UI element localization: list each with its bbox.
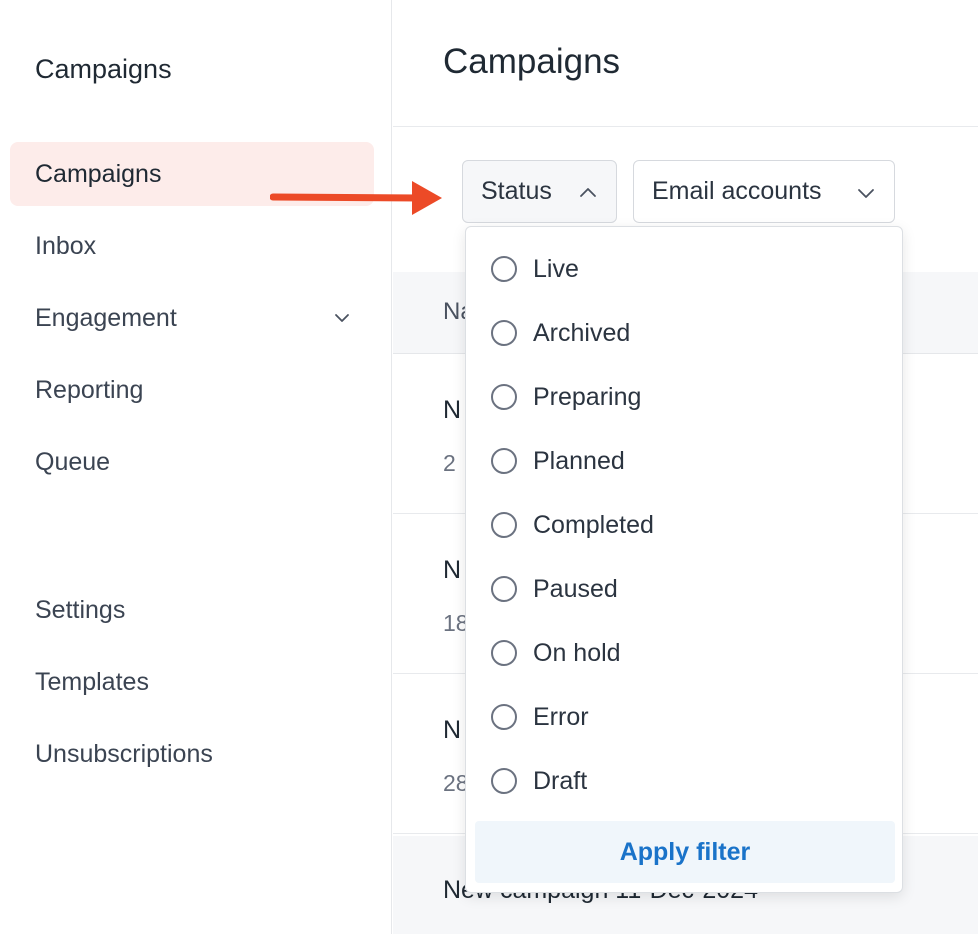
status-option-live[interactable]: Live: [466, 237, 902, 301]
annotation-arrow-icon: [270, 181, 442, 215]
status-option-label: Draft: [533, 766, 588, 795]
radio-icon[interactable]: [491, 576, 517, 602]
radio-icon[interactable]: [491, 640, 517, 666]
radio-icon[interactable]: [491, 256, 517, 282]
sidebar-item-label: Unsubscriptions: [35, 739, 213, 768]
radio-icon[interactable]: [491, 704, 517, 730]
radio-icon[interactable]: [491, 320, 517, 346]
status-option-archived[interactable]: Archived: [466, 301, 902, 365]
status-option-label: Paused: [533, 574, 618, 603]
chevron-down-icon: [335, 314, 349, 322]
status-option-label: Error: [533, 702, 589, 731]
campaign-name[interactable]: N: [443, 396, 461, 425]
sidebar-item-label: Reporting: [35, 375, 144, 404]
status-dropdown: Live Archived Preparing Planned Complete…: [465, 226, 903, 893]
sidebar-item-templates[interactable]: Templates: [10, 650, 374, 714]
email-accounts-filter-label: Email accounts: [652, 177, 822, 205]
chevron-up-icon: [580, 188, 596, 197]
campaign-meta: 2: [443, 450, 456, 476]
status-option-label: Planned: [533, 446, 625, 475]
status-option-error[interactable]: Error: [466, 685, 902, 749]
campaign-name[interactable]: N: [443, 556, 461, 585]
status-option-on-hold[interactable]: On hold: [466, 621, 902, 685]
sidebar-item-unsubscriptions[interactable]: Unsubscriptions: [10, 722, 374, 786]
radio-icon[interactable]: [491, 384, 517, 410]
sidebar-item-label: Campaigns: [35, 159, 162, 188]
sidebar-item-engagement[interactable]: Engagement: [10, 286, 374, 350]
status-filter-button[interactable]: Status: [462, 160, 617, 223]
status-option-label: Completed: [533, 510, 654, 539]
sidebar-item-label: Inbox: [35, 231, 97, 260]
sidebar-item-reporting[interactable]: Reporting: [10, 358, 374, 422]
status-option-planned[interactable]: Planned: [466, 429, 902, 493]
status-option-completed[interactable]: Completed: [466, 493, 902, 557]
sidebar-item-label: Queue: [35, 447, 111, 476]
sidebar-item-label: Engagement: [35, 303, 177, 332]
sidebar-title: Campaigns: [35, 54, 172, 84]
sidebar: Campaigns Campaigns Inbox Engagement Rep…: [0, 0, 392, 934]
status-option-preparing[interactable]: Preparing: [466, 365, 902, 429]
header-divider: [393, 126, 978, 127]
sidebar-item-settings[interactable]: Settings: [10, 578, 374, 642]
sidebar-item-inbox[interactable]: Inbox: [10, 214, 374, 278]
apply-filter-button[interactable]: Apply filter: [475, 821, 895, 883]
status-option-label: Preparing: [533, 382, 642, 411]
page-title: Campaigns: [443, 42, 621, 81]
campaign-name[interactable]: N: [443, 716, 461, 745]
radio-icon[interactable]: [491, 768, 517, 794]
sidebar-item-queue[interactable]: Queue: [10, 430, 374, 494]
radio-icon[interactable]: [491, 448, 517, 474]
status-option-draft[interactable]: Draft: [466, 749, 902, 813]
status-option-label: Archived: [533, 318, 631, 347]
sidebar-item-label: Templates: [35, 667, 149, 696]
status-option-label: On hold: [533, 638, 621, 667]
status-option-label: Live: [533, 254, 579, 283]
chevron-down-icon: [858, 189, 874, 198]
sidebar-item-label: Settings: [35, 595, 126, 624]
email-accounts-filter-button[interactable]: Email accounts: [633, 160, 895, 223]
radio-icon[interactable]: [491, 512, 517, 538]
status-option-paused[interactable]: Paused: [466, 557, 902, 621]
status-filter-label: Status: [481, 177, 552, 205]
